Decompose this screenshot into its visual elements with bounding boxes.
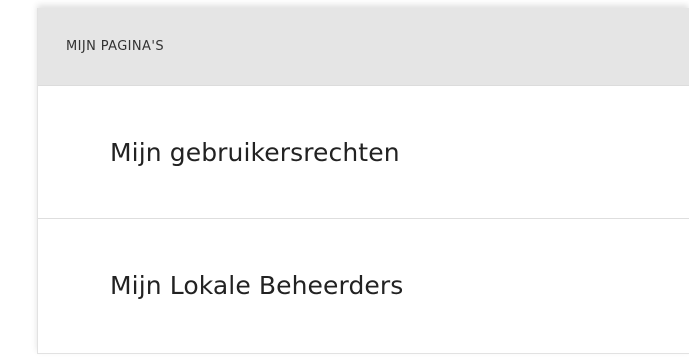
menu-item-label: Mijn gebruikersrechten (110, 137, 400, 167)
panel-title: MIJN PAGINA'S (66, 39, 164, 54)
menu-item-label: Mijn Lokale Beheerders (110, 271, 404, 300)
menu-item-gebruikersrechten[interactable]: Mijn gebruikersrechten (38, 86, 689, 219)
menu-item-lokale-beheerders[interactable]: Mijn Lokale Beheerders (38, 219, 689, 352)
my-pages-panel: MIJN PAGINA'S Mijn gebruikersrechten Mij… (37, 8, 689, 354)
page: MIJN PAGINA'S Mijn gebruikersrechten Mij… (0, 0, 689, 358)
panel-header: MIJN PAGINA'S (38, 8, 689, 86)
